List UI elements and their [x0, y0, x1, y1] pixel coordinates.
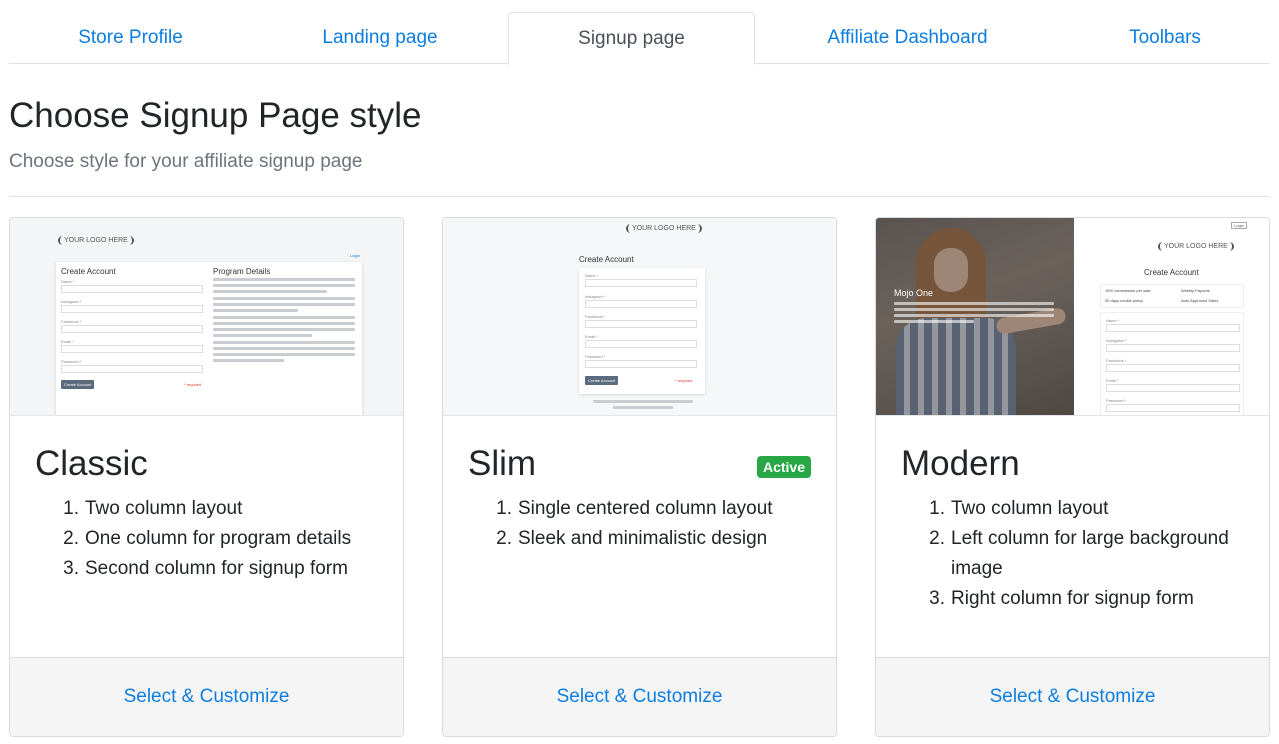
- list-item: 2. Left column for large background image: [929, 528, 1229, 579]
- tab-affiliate-dashboard[interactable]: Affiliate Dashboard: [759, 12, 1056, 64]
- logo-placeholder: YOUR LOGO HERE: [1158, 242, 1234, 251]
- tab-store-profile[interactable]: Store Profile: [9, 12, 252, 64]
- preview-field-label: Name *: [1106, 318, 1120, 323]
- preview-field: [61, 285, 203, 293]
- preview-field-label: Name *: [585, 273, 599, 278]
- preview-field-label: Facebook *: [61, 319, 82, 324]
- preview-field: [585, 279, 697, 287]
- tab-landing-page[interactable]: Landing page: [256, 12, 504, 64]
- preview-field-label: Password *: [585, 354, 606, 359]
- list-item: 3. Second column for signup form: [63, 558, 348, 579]
- list-item: 2. One column for program details: [63, 528, 352, 549]
- select-customize-classic-link[interactable]: Select & Customize: [124, 686, 290, 708]
- feature-list: 1. Two column layout 2. One column for pro…: [35, 494, 375, 584]
- page-title: Choose Signup Page style: [9, 96, 422, 135]
- preview-text-lines: [213, 278, 355, 365]
- preview-field-label: Facebook *: [585, 314, 606, 319]
- card-title: Classic: [35, 444, 148, 483]
- preview-field: [61, 305, 203, 313]
- preview-field-label: Facebook *: [1106, 358, 1127, 363]
- preview-field: [585, 340, 697, 348]
- style-card-modern: Mojo One Login YOUR LOGO HERE Create Acc…: [875, 217, 1270, 737]
- preview-text-lines: [894, 302, 1054, 326]
- preview-field: [61, 325, 203, 333]
- list-item: 1. Single centered column layout: [496, 498, 773, 519]
- preview-login-link: Login: [1231, 222, 1247, 229]
- style-card-classic: YOUR LOGO HERE Login Create Account Prog…: [9, 217, 404, 737]
- preview-field: [585, 300, 697, 308]
- preview-field-label: Password *: [61, 359, 82, 364]
- tab-bar: Store Profile Landing page Signup page A…: [9, 12, 1270, 65]
- preview-required-note: * required: [675, 378, 693, 383]
- preview-field: [1106, 324, 1240, 332]
- list-item: 1. Two column layout: [63, 498, 243, 519]
- card-title: Slim: [468, 444, 537, 483]
- feature-list: 1. Single centered column layout 2. Sleek …: [468, 494, 808, 554]
- active-badge: Active: [756, 456, 811, 478]
- preview-field-label: Instagram *: [585, 294, 606, 299]
- classic-preview-image: YOUR LOGO HERE Login Create Account Prog…: [10, 218, 403, 416]
- header-divider: [9, 196, 1270, 197]
- preview-terms-lines: [593, 400, 693, 412]
- style-card-slim: YOUR LOGO HERE Create Account Name * Ins…: [442, 217, 837, 737]
- preview-field-label: Email *: [61, 339, 74, 344]
- tab-toolbars[interactable]: Toolbars: [1060, 12, 1270, 64]
- logo-placeholder: YOUR LOGO HERE: [626, 224, 702, 233]
- preview-form-title: Create Account: [579, 255, 634, 264]
- preview-field: [1106, 384, 1240, 392]
- preview-perks: 15% commission per sale Weekly Payouts 3…: [1100, 284, 1244, 308]
- preview-login-link: Login: [350, 253, 360, 258]
- select-customize-modern-link[interactable]: Select & Customize: [990, 686, 1156, 708]
- card-footer: Select & Customize: [10, 657, 403, 736]
- preview-panel: Name * Instagram * Facebook * Email * Pa…: [579, 268, 705, 394]
- preview-panel: Create Account Program Details Name * In…: [56, 262, 362, 415]
- preview-field: [1106, 344, 1240, 352]
- preview-create-button: Create Account: [61, 380, 95, 389]
- preview-perk: Weekly Payouts: [1181, 288, 1210, 293]
- list-item: 3. Right column for signup form: [929, 588, 1194, 609]
- preview-field-label: Email *: [585, 334, 598, 339]
- card-footer: Select & Customize: [443, 657, 836, 736]
- list-item: 1. Two column layout: [929, 498, 1109, 519]
- slim-preview-image: YOUR LOGO HERE Create Account Name * Ins…: [443, 218, 836, 416]
- preview-field: [585, 360, 697, 368]
- card-title: Modern: [901, 444, 1020, 483]
- select-customize-slim-link[interactable]: Select & Customize: [557, 686, 723, 708]
- list-item: 2. Sleek and minimalistic design: [496, 528, 768, 549]
- preview-field: [1106, 364, 1240, 372]
- logo-placeholder: YOUR LOGO HERE: [58, 236, 134, 245]
- feature-list: 1. Two column layout 2. Left column for la…: [901, 494, 1241, 614]
- preview-panel: Name * Instagram * Facebook * Email * Pa…: [1100, 312, 1244, 415]
- preview-create-button: Create Account: [585, 376, 619, 385]
- background-photo: Mojo One: [876, 218, 1074, 415]
- tab-signup-page[interactable]: Signup page: [508, 12, 755, 65]
- preview-perk: Auto Approved Sales: [1181, 298, 1219, 303]
- preview-required-note: * required: [184, 382, 202, 387]
- preview-field: [61, 345, 203, 353]
- preview-field: [61, 365, 203, 373]
- preview-field-label: Instagram *: [1106, 338, 1127, 343]
- page-subtitle: Choose style for your affiliate signup p…: [9, 151, 363, 172]
- preview-brand-name: Mojo One: [894, 288, 934, 298]
- preview-field: [585, 320, 697, 328]
- modern-preview-image: Mojo One Login YOUR LOGO HERE Create Acc…: [876, 218, 1269, 416]
- preview-field: [1106, 404, 1240, 412]
- preview-perk: 30 days cookie policy: [1105, 298, 1144, 303]
- preview-field-label: Instagram *: [61, 299, 82, 304]
- card-footer: Select & Customize: [876, 657, 1269, 736]
- preview-field-label: Email *: [1106, 378, 1119, 383]
- preview-perk: 15% commission per sale: [1105, 288, 1151, 293]
- preview-form-title: Create Account: [1144, 268, 1199, 277]
- preview-form-title: Create Account: [61, 267, 116, 276]
- preview-field-label: Name *: [61, 279, 75, 284]
- preview-field-label: Password *: [1106, 398, 1127, 403]
- preview-details-title: Program Details: [213, 267, 271, 276]
